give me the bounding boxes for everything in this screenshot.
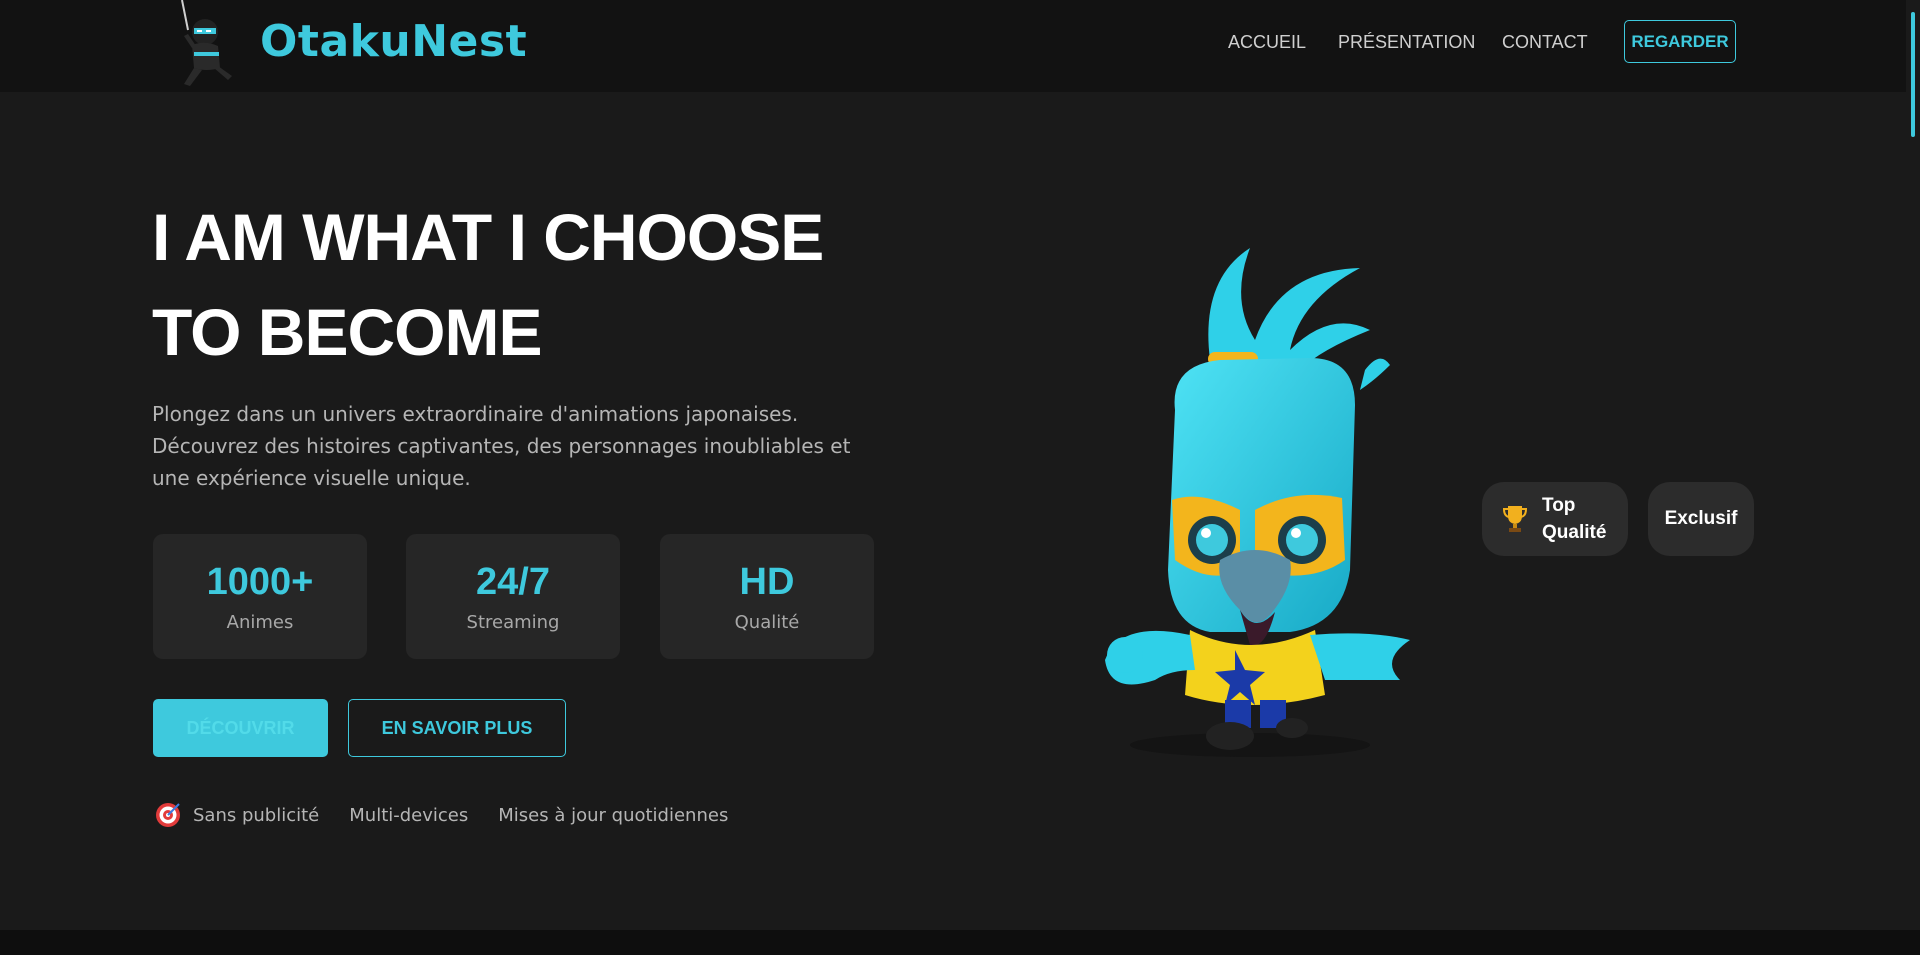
stat-label: Qualité: [734, 612, 800, 633]
hero-title-line-1: I AM WHAT I CHOOSE: [152, 200, 824, 274]
ninja-mascot-icon[interactable]: [170, 0, 248, 90]
nav-link-accueil[interactable]: ACCUEIL: [1228, 32, 1306, 53]
stat-value: 24/7: [476, 561, 550, 603]
bottom-section-edge: [0, 930, 1920, 955]
parrot-mascot-icon: [1105, 248, 1410, 757]
target-icon: [156, 803, 180, 827]
hero-title: I AM WHAT I CHOOSE TO BECOME: [152, 190, 912, 380]
nav-link-presentation[interactable]: PRÉSENTATION: [1338, 32, 1475, 53]
top-quality-line-1: Top: [1542, 495, 1576, 516]
stat-value: 1000+: [206, 561, 314, 603]
feature-list: Sans publicité Multi-devices Mises à jou…: [155, 800, 728, 830]
top-quality-line-2: Qualité: [1542, 522, 1607, 543]
stat-label: Animes: [226, 612, 294, 633]
stat-label: Streaming: [466, 612, 560, 633]
hero-title-line-2: TO BECOME: [152, 295, 542, 369]
scrollbar[interactable]: [1906, 0, 1920, 930]
discover-button[interactable]: DÉCOUVRIR: [153, 699, 328, 757]
brand-logo-text[interactable]: OtakuNest: [260, 16, 527, 67]
feature-no-ads: Sans publicité: [193, 804, 320, 826]
stat-card-quality: HD Qualité: [660, 534, 874, 659]
feature-daily-updates: Mises à jour quotidiennes: [498, 804, 729, 826]
trophy-icon: [1502, 506, 1528, 532]
scrollbar-thumb[interactable]: [1911, 12, 1915, 137]
watch-button[interactable]: REGARDER: [1624, 20, 1736, 63]
hero-description: Plongez dans un univers extraordinaire d…: [152, 402, 851, 490]
top-quality-badge: Top Qualité: [1482, 482, 1628, 556]
site-header: OtakuNest ACCUEIL PRÉSENTATION CONTACT R…: [0, 0, 1920, 92]
stat-value: HD: [739, 561, 795, 603]
top-quality-label: Top Qualité: [1542, 492, 1606, 546]
nav-link-contact[interactable]: CONTACT: [1502, 32, 1588, 53]
learn-more-button[interactable]: EN SAVOIR PLUS: [348, 699, 566, 757]
feature-multi-devices: Multi-devices: [349, 804, 469, 826]
stat-card-animes: 1000+ Animes: [153, 534, 367, 659]
exclusive-badge: Exclusif: [1648, 482, 1754, 556]
stat-card-streaming: 24/7 Streaming: [406, 534, 620, 659]
